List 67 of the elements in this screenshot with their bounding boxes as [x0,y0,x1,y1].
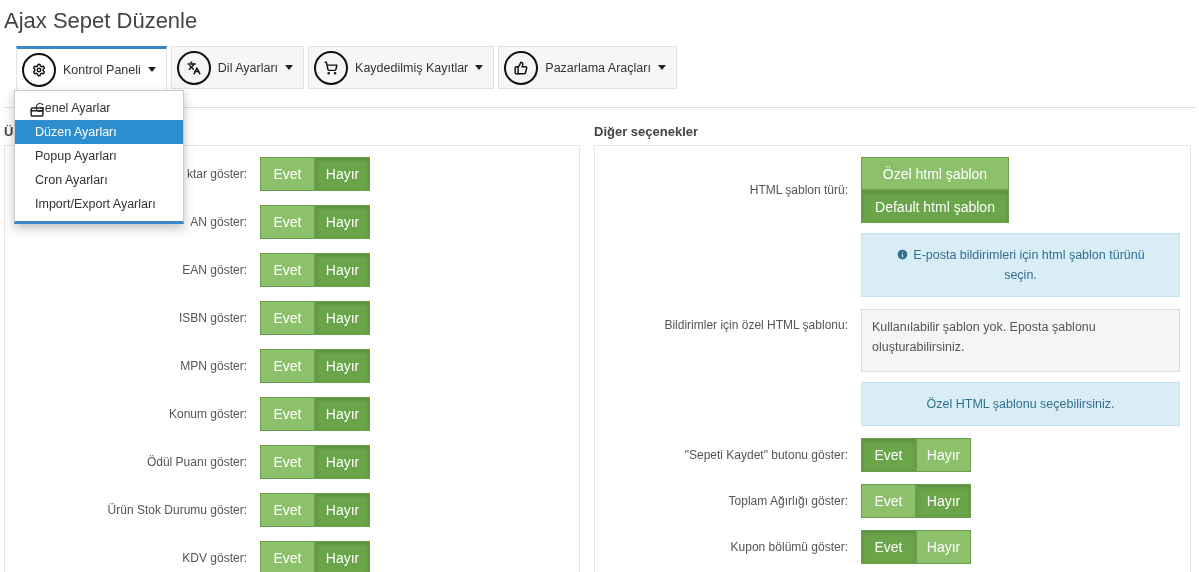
option-button[interactable]: Hayır [315,301,370,335]
translate-icon [176,50,211,85]
option-button[interactable]: Default html şablon [861,190,1009,223]
tab[interactable]: Dil Ayarları [170,46,305,89]
option-button[interactable]: Hayır [315,541,370,572]
field-label: ISBN göster: [178,311,247,325]
info-text: E-posta bildirimleri için html şablon türünü seçin. [896,248,1145,282]
option-button[interactable]: Özel html şablon [861,157,1009,190]
option-button[interactable]: Hayır [315,157,370,191]
section-heading: Ü [4,124,14,139]
option-button[interactable]: Evet [260,397,315,431]
field-label: AN göster: [190,215,247,229]
thumbs-up-icon [504,50,539,85]
field-label: Konum göster: [168,407,247,421]
option-button[interactable]: Evet [861,530,916,564]
tab-label: Pazarlama Araçları [545,60,651,75]
option-button[interactable]: Hayır [916,438,971,472]
tab-label: Dil Ayarları [217,60,279,75]
field-label: HTML şablon türü: [749,183,848,197]
field-label: Kupon bölümü göster: [730,540,848,554]
option-button[interactable]: Hayır [916,484,971,518]
option-button[interactable]: Evet [861,484,916,518]
option-button[interactable]: Evet [260,157,315,191]
option-button[interactable]: Hayır [315,253,370,287]
field-label: KDV göster: [182,551,247,565]
option-button[interactable]: Evet [260,541,315,572]
option-button[interactable]: Evet [861,438,916,472]
caret-icon [147,67,156,72]
option-button[interactable]: Evet [260,493,315,527]
readonly-field: Kullanılabilir şablon yok. Eposta şablonu oluşturabilirsiniz. [861,309,1180,372]
field-label: Toplam Ağırlığı göster: [728,494,848,508]
field-label: Ürün Stok Durumu göster: [107,503,247,517]
tab[interactable]: Kaydedilmiş Kayıtlar [308,46,495,89]
option-button[interactable]: Hayır [315,349,370,383]
tab-label: Kontrol Paneli [63,62,141,77]
menu-item[interactable]: Düzen Ayarları [15,120,183,144]
menu-item[interactable]: Import/Export Ayarları [15,192,183,216]
page-title: Ajax Sepet Düzenle [4,8,199,34]
info-icon [896,248,910,261]
option-button[interactable]: Evet [260,349,315,383]
menu-item[interactable]: Popup Ayarları [15,144,183,168]
option-button[interactable]: Hayır [315,397,370,431]
option-button[interactable]: Evet [260,445,315,479]
menu-item[interactable]: Cron Ayarları [15,168,183,192]
field-label: Ödül Puanı göster: [146,455,247,469]
field-label: "Sepeti Kaydet" butonu göster: [684,448,848,462]
gear-icon [22,52,56,87]
option-button[interactable]: Hayır [916,530,971,564]
tab[interactable]: Pazarlama Araçları [498,46,677,89]
field-label: MPN göster: [180,359,247,373]
tab-label: Kaydedilmiş Kayıtlar [355,60,469,75]
option-button[interactable]: Evet [260,301,315,335]
option-button[interactable]: Hayır [315,493,370,527]
section-heading: Diğer seçenekler [594,124,699,139]
option-button[interactable]: Hayır [315,445,370,479]
caret-icon [285,65,294,70]
option-button[interactable]: Hayır [315,205,370,239]
caret-icon [657,65,666,70]
tab[interactable]: Kontrol Paneli [16,46,167,91]
caret-icon [475,65,484,70]
field-label: EAN göster: [182,263,247,277]
option-button[interactable]: Evet [260,205,315,239]
cart-icon [314,50,349,85]
info-text: Özel HTML şablonu seçebilirsiniz. [926,397,1115,411]
field-label: Bildirimler için özel HTML şablonu: [664,317,848,332]
option-button[interactable]: Evet [260,253,315,287]
field-label: ktar göster: [186,167,247,181]
